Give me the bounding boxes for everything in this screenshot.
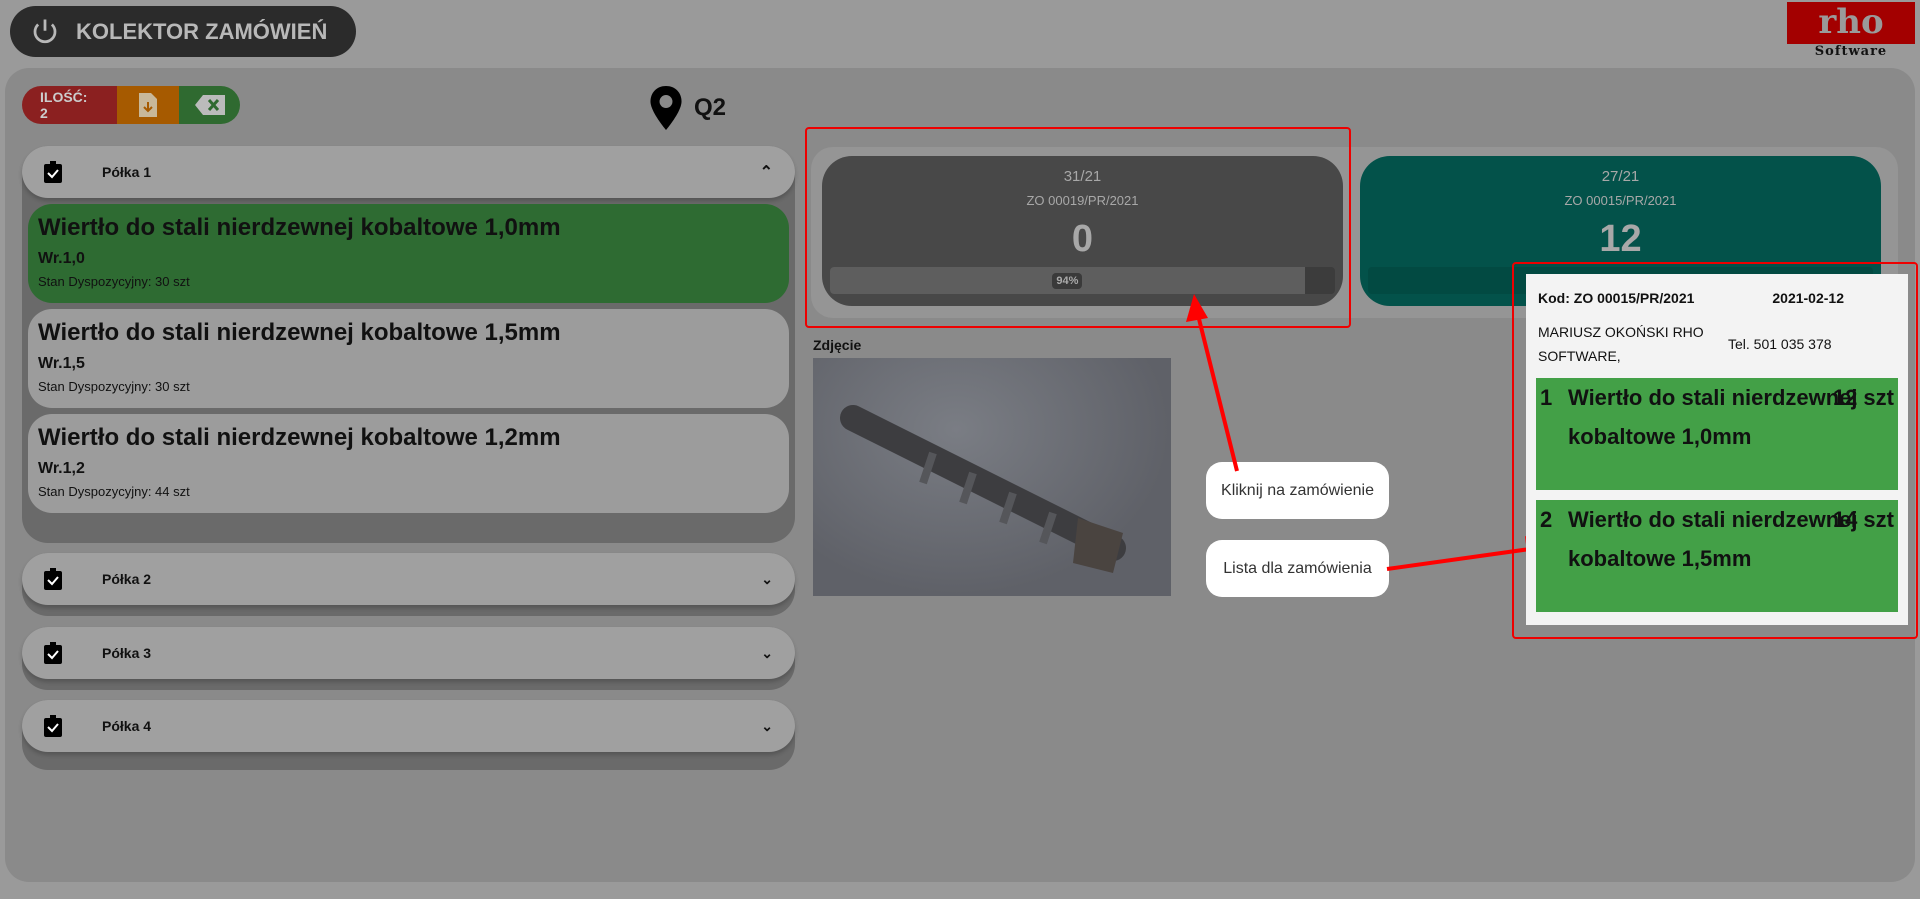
order-details-popup: Kod: ZO 00015/PR/2021 2021-02-12 MARIUSZ … — [1526, 274, 1908, 625]
shelf-4-header[interactable]: Półka 4 ⌄ — [22, 700, 795, 752]
shelf-label: Półka 1 — [102, 164, 152, 180]
order-date: 2021-02-12 — [1772, 290, 1844, 306]
shelf-2: Półka 2 ⌄ — [22, 553, 795, 616]
clipboard-check-icon — [44, 642, 62, 664]
backspace-icon — [194, 95, 225, 115]
order-code: Kod: ZO 00015/PR/2021 — [1538, 290, 1695, 306]
shelf-1: Półka 1 ⌃ Wiertło do stali nierdzewnej k… — [22, 146, 795, 543]
product-name: Wiertło do stali nierdzewnej kobaltowe 1… — [38, 214, 561, 241]
product-code: Wr.1,2 — [38, 460, 85, 477]
order-line[interactable]: 2 Wiertło do stali nierdzewnej kobaltowe … — [1536, 500, 1898, 612]
app-header: KOLEKTOR ZAMÓWIEŃ — [10, 6, 356, 57]
line-number: 1 — [1540, 385, 1553, 410]
product-item[interactable]: Wiertło do stali nierdzewnej kobaltowe 1… — [28, 309, 789, 408]
power-icon[interactable] — [30, 17, 60, 47]
order-line[interactable]: 1 Wiertło do stali nierdzewnej kobaltowe … — [1536, 378, 1898, 490]
shelf-label: Półka 4 — [102, 718, 152, 734]
quantity-badge[interactable]: ILOŚĆ: 2 — [22, 86, 117, 124]
product-code: Wr.1,0 — [38, 250, 85, 267]
customer-name: MARIUSZ OKOŃSKI RHO SOFTWARE, — [1538, 324, 1704, 364]
customer-phone: Tel. 501 035 378 — [1728, 336, 1832, 352]
shelf-2-header[interactable]: Półka 2 ⌄ — [22, 553, 795, 605]
line-number: 2 — [1540, 507, 1553, 532]
callout-order-list: Lista dla zamówienia — [1206, 540, 1389, 597]
location-pin-icon — [650, 86, 682, 130]
shelf-4: Półka 4 ⌄ — [22, 700, 795, 770]
product-stock: Stan Dyspozycyjny: 30 szt — [38, 379, 190, 394]
logo-text: rho — [1787, 2, 1915, 44]
shelf-label: Półka 2 — [102, 571, 152, 587]
line-qty: 14 szt — [1832, 507, 1894, 532]
product-stock: Stan Dyspozycyjny: 30 szt — [38, 274, 190, 289]
chevron-down-icon[interactable]: ⌄ — [761, 718, 773, 735]
shelf-label: Półka 3 — [102, 645, 152, 661]
shelf-3: Półka 3 ⌄ — [22, 627, 795, 690]
clipboard-check-icon — [44, 568, 62, 590]
download-button[interactable] — [117, 86, 179, 124]
file-download-icon — [139, 93, 157, 117]
shelf-3-header[interactable]: Półka 3 ⌄ — [22, 627, 795, 679]
logo-subtext: Software — [1814, 44, 1888, 59]
chevron-down-icon[interactable]: ⌄ — [761, 645, 773, 662]
product-name: Wiertło do stali nierdzewnej kobaltowe 1… — [38, 424, 561, 451]
product-stock: Stan Dyspozycyjny: 44 szt — [38, 484, 190, 499]
clipboard-check-icon — [44, 161, 62, 183]
product-code: Wr.1,5 — [38, 355, 85, 372]
shelf-1-header[interactable]: Półka 1 ⌃ — [22, 146, 795, 198]
chevron-down-icon[interactable]: ⌄ — [761, 571, 773, 588]
product-photo — [813, 358, 1171, 596]
order-value: 12 — [1599, 218, 1642, 260]
line-qty: 12 szt — [1832, 385, 1894, 410]
product-name: Wiertło do stali nierdzewnej kobaltowe 1… — [38, 319, 561, 346]
rho-logo: rho Software — [1787, 2, 1915, 60]
product-item[interactable]: Wiertło do stali nierdzewnej kobaltowe 1… — [28, 414, 789, 513]
app-title: KOLEKTOR ZAMÓWIEŃ — [76, 18, 328, 44]
photo-label: Zdjęcie — [813, 337, 862, 353]
drill-bit-image — [840, 405, 1126, 573]
location: Q2 — [650, 86, 726, 130]
chevron-up-icon[interactable]: ⌃ — [760, 162, 773, 182]
highlight-box — [805, 127, 1351, 328]
order-number: 27/21 — [1601, 168, 1640, 185]
callout-click-order: Kliknij na zamówienie — [1206, 462, 1389, 519]
order-code: ZO 00015/PR/2021 — [1564, 193, 1677, 208]
clear-button[interactable] — [179, 86, 240, 124]
product-item[interactable]: Wiertło do stali nierdzewnej kobaltowe 1… — [28, 204, 789, 303]
location-label: Q2 — [694, 94, 727, 121]
clipboard-check-icon — [44, 715, 62, 737]
action-bar: ILOŚĆ: 2 — [22, 86, 240, 124]
